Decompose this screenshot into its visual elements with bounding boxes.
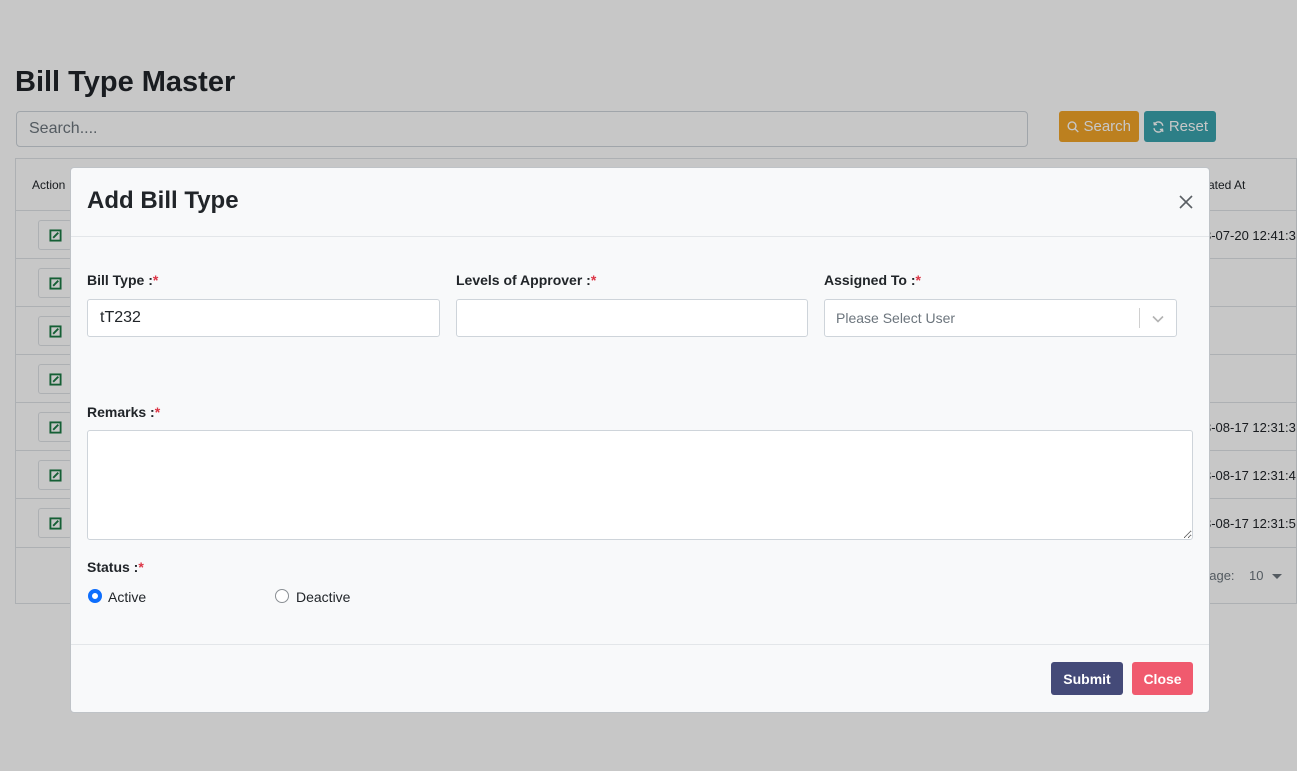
status-label: Status :* [87, 559, 144, 575]
submit-button[interactable]: Submit [1051, 662, 1123, 695]
chevron-down-icon[interactable] [1151, 312, 1165, 326]
remarks-label-text: Remarks : [87, 404, 155, 420]
modal-footer-divider [71, 644, 1209, 645]
required-mark: * [154, 404, 161, 420]
status-label-text: Status : [87, 559, 139, 575]
status-active-label[interactable]: Active [108, 589, 146, 605]
required-mark: * [138, 559, 144, 575]
modal-header-divider [71, 236, 1209, 237]
remarks-textarea[interactable] [87, 430, 1193, 540]
modal-title: Add Bill Type [87, 187, 239, 214]
assigned-to-label-text: Assigned To : [824, 272, 916, 288]
levels-of-approver-label-text: Levels of Approver : [456, 272, 591, 288]
close-button[interactable]: Close [1132, 662, 1193, 695]
levels-of-approver-label: Levels of Approver :* [456, 272, 596, 288]
remarks-label: Remarks :* [87, 404, 160, 420]
required-mark: * [152, 272, 159, 288]
levels-of-approver-input[interactable] [456, 299, 808, 337]
add-bill-type-modal: Add Bill Type Bill Type :* Levels of App… [70, 167, 1210, 713]
required-mark: * [590, 272, 597, 288]
status-deactive-label[interactable]: Deactive [296, 589, 350, 605]
bill-type-label: Bill Type :* [87, 272, 158, 288]
assigned-to-label: Assigned To :* [824, 272, 921, 288]
bill-type-input[interactable] [87, 299, 440, 337]
assigned-to-select[interactable]: Please Select User [824, 299, 1177, 337]
status-deactive-radio[interactable] [275, 589, 289, 603]
assigned-to-placeholder: Please Select User [836, 310, 956, 326]
select-separator [1139, 308, 1140, 328]
modal-close-button[interactable] [1176, 193, 1196, 213]
required-mark: * [915, 272, 921, 288]
bill-type-label-text: Bill Type : [87, 272, 153, 288]
close-icon [1179, 194, 1193, 209]
status-active-radio[interactable] [88, 589, 102, 603]
